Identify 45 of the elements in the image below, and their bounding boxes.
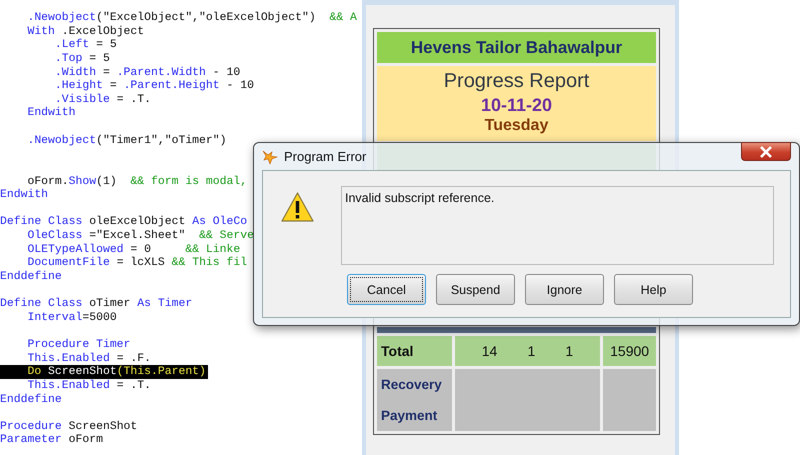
table-cell: Total xyxy=(377,336,452,366)
code-line: Endwith xyxy=(26,106,76,120)
code-line: OLETypeAllowed = 0 && Linke xyxy=(26,242,240,256)
code-line: .Width = .Parent.Width - 10 xyxy=(54,66,240,80)
close-icon xyxy=(759,146,773,158)
dialog-title: Program Error xyxy=(284,149,366,164)
cell-value: 1 xyxy=(565,343,574,359)
code-line: DocumentFile = lcXLS && This fil xyxy=(26,256,248,270)
row-label: Recovery xyxy=(381,377,443,392)
cell-value: 1 xyxy=(527,343,536,359)
code-line: oForm.Show(1) && form is modal, xyxy=(26,174,248,188)
code-line: Parameter oForm xyxy=(0,433,103,447)
dialog-button[interactable]: Cancel xyxy=(347,274,426,305)
code-line: .Top = 5 xyxy=(54,52,110,66)
code-line: .Height = .Parent.Height - 10 xyxy=(54,79,254,93)
code-line: Endwith xyxy=(0,188,48,202)
company-title: Hevens Tailor Bahawalpur xyxy=(377,32,656,63)
code-line: Procedure ScreenShot xyxy=(0,420,138,434)
report-day: Tuesday xyxy=(484,116,548,136)
code-line: .Visible = .T. xyxy=(54,92,152,106)
code-line: With .ExcelObject xyxy=(26,24,144,38)
code-line: Enddefine xyxy=(0,270,62,284)
warning-icon xyxy=(281,192,314,222)
report-title: Progress Report xyxy=(444,69,590,94)
code-line: .Left = 5 xyxy=(54,38,117,52)
report-date: 10-11-20 xyxy=(480,94,552,116)
code-line: Define Class oleExcelObject As OleCo xyxy=(0,215,248,229)
error-message: Invalid subscript reference. xyxy=(341,186,774,265)
table-cell: 15900 xyxy=(603,336,656,366)
code-line: .Newobject("ExcelObject","oleExcelObject") && A xyxy=(26,11,357,25)
close-button[interactable] xyxy=(741,142,791,161)
dialog-button[interactable]: Suspend xyxy=(436,274,515,305)
code-line: Interval=5000 xyxy=(26,310,117,324)
code-line: .Newobject("Timer1","oTimer") xyxy=(26,134,227,148)
code-line: This.Enabled = .F. xyxy=(26,352,152,366)
cell-value: 14 xyxy=(482,343,498,359)
code-line: Define Class oTimer As Timer xyxy=(0,297,192,311)
code-line: This.Enabled = .T. xyxy=(26,378,152,392)
dialog-button[interactable]: Ignore xyxy=(525,274,604,305)
code-line: Procedure Timer xyxy=(26,338,130,352)
code-line: Enddefine xyxy=(0,392,62,406)
dialog-button[interactable]: Help xyxy=(614,274,693,305)
table-cell xyxy=(603,369,656,431)
code-line: OleClass ="Excel.Sheet" && Serve xyxy=(26,229,254,243)
row-label: Payment xyxy=(381,408,438,423)
